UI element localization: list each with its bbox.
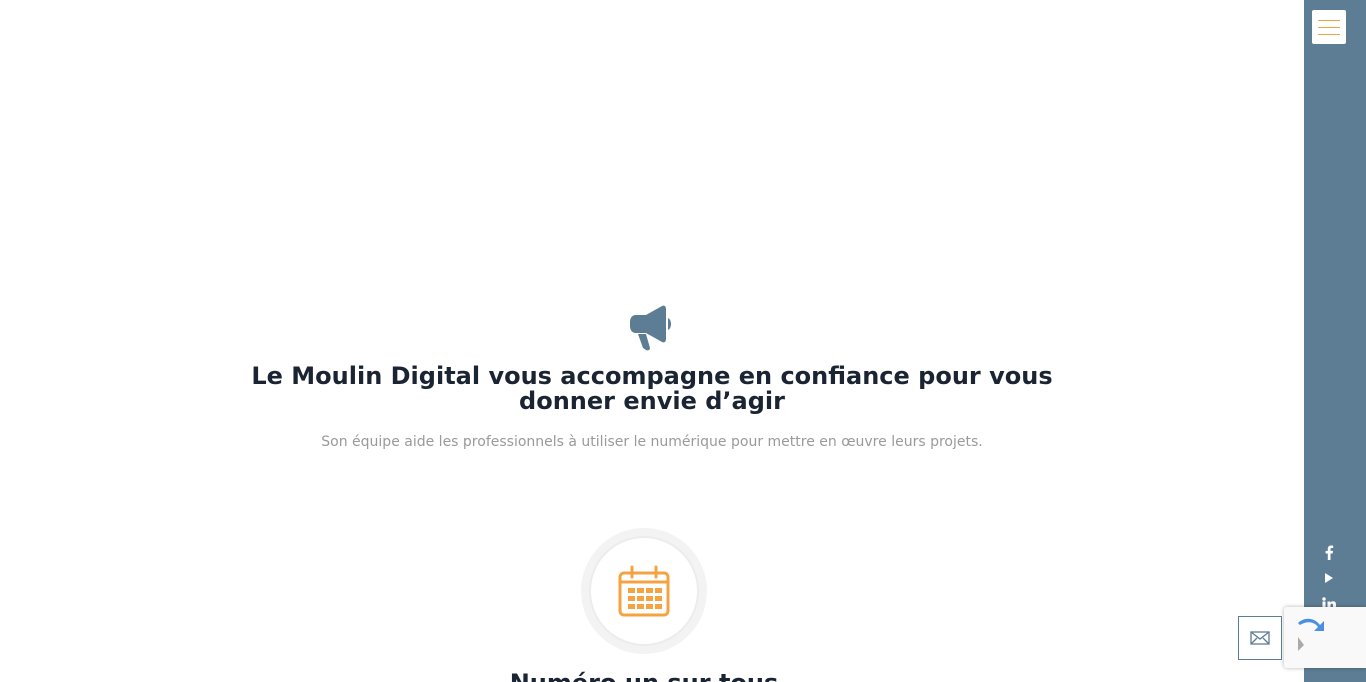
main-content: Le Moulin Digital vous accompagne en con… <box>0 0 1304 682</box>
contact-mail-button[interactable] <box>1238 616 1282 660</box>
mail-icon <box>1250 631 1270 645</box>
right-sidebar <box>1304 0 1366 682</box>
calendar-icon <box>618 565 670 617</box>
hero-headline: Le Moulin Digital vous accompagne en con… <box>251 362 1053 415</box>
recaptcha-logo-icon <box>1298 618 1324 651</box>
facebook-icon[interactable] <box>1304 545 1354 560</box>
page: Le Moulin Digital vous accompagne en con… <box>0 0 1366 682</box>
hamburger-menu-icon[interactable] <box>1312 10 1346 44</box>
feature-title: Numéro un sur tous <box>444 668 844 682</box>
youtube-icon[interactable] <box>1304 572 1354 584</box>
hero-subtitle: Son équipe aide les professionnels à uti… <box>321 434 983 450</box>
megaphone-icon <box>630 305 671 351</box>
recaptcha-badge <box>1284 607 1366 668</box>
